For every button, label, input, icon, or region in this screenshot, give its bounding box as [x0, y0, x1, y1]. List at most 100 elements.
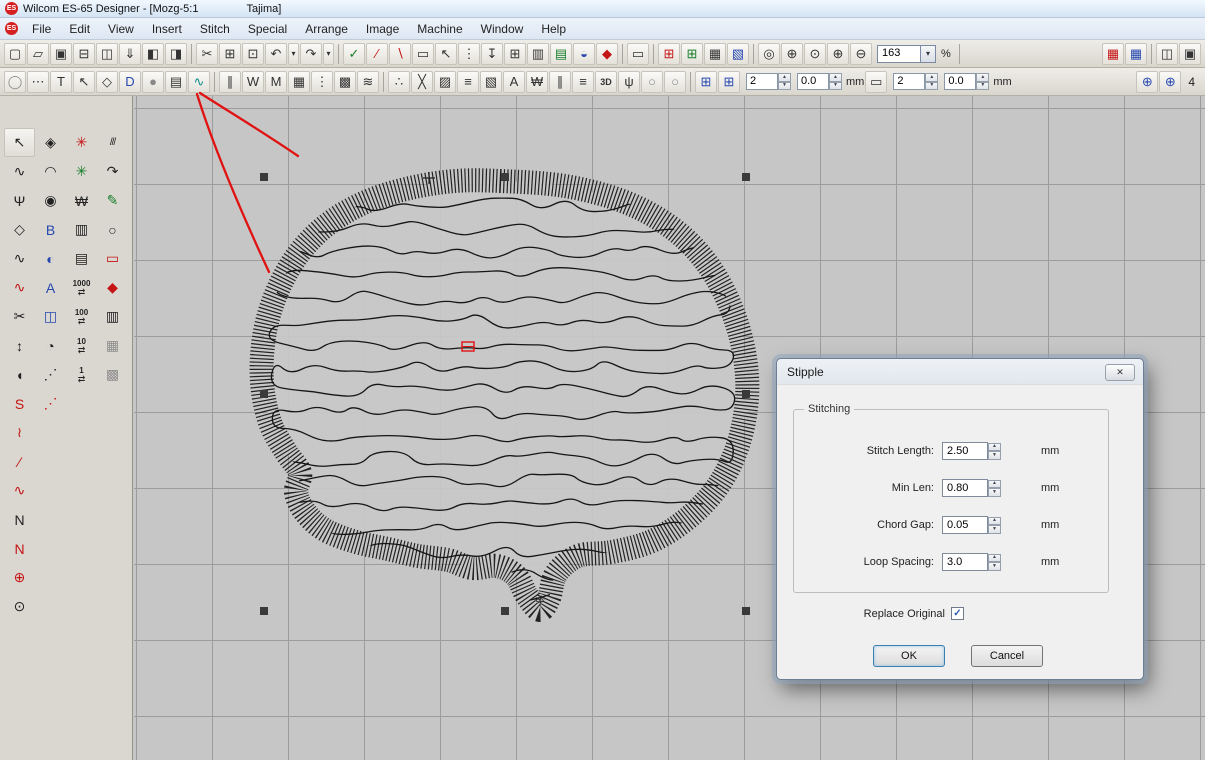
paste-button[interactable]: ⊡ [242, 43, 264, 65]
menu-item-special[interactable]: Special [239, 18, 296, 39]
scissors-tool[interactable]: ✂ [4, 302, 35, 331]
loop-spacing-spin-up-icon[interactable]: ▲ [988, 554, 1001, 563]
stitch-length-input[interactable]: 2.50 [942, 442, 988, 460]
thread-colors-button[interactable]: ◒ [573, 43, 595, 65]
min-len-input[interactable]: 0.80 [942, 479, 988, 497]
menu-item-stitch[interactable]: Stitch [191, 18, 239, 39]
menu-item-image[interactable]: Image [357, 18, 408, 39]
show-outlines-button[interactable]: D [119, 71, 141, 93]
grid-b-button[interactable]: ⊞ [718, 71, 740, 93]
zigzag-stitch-button[interactable]: W [242, 71, 264, 93]
stitch-3d-button[interactable]: 3D [595, 71, 617, 93]
star-tool[interactable]: ◇ [4, 215, 35, 244]
show-penetrations-button[interactable]: ⋯ [27, 71, 49, 93]
texture-button[interactable]: ▦ [704, 43, 726, 65]
dome-tool[interactable]: ◠ [35, 157, 66, 186]
ellipse-tool[interactable]: ○ [97, 215, 128, 244]
save-design-button[interactable]: ▣ [50, 43, 72, 65]
flip-tool[interactable]: ↕ [4, 331, 35, 360]
spacing-size-1-spin-down-icon[interactable]: ▼ [829, 82, 842, 91]
target-tool[interactable]: ⊕ [4, 563, 35, 592]
motif-fill-button[interactable]: ⋮ [311, 71, 333, 93]
pencil-tool[interactable]: ✎ [97, 186, 128, 215]
line-fill-button[interactable]: ≡ [572, 71, 594, 93]
straight-run-tool[interactable]: ∕ [4, 447, 35, 476]
insert-design-button[interactable]: ◨ [165, 43, 187, 65]
penetrations-button[interactable]: ⋮ [458, 43, 480, 65]
selection-handle[interactable] [260, 607, 268, 615]
write-to-machine-button[interactable]: ⇓ [119, 43, 141, 65]
menu-item-edit[interactable]: Edit [60, 18, 99, 39]
stitch-edit-b-button[interactable]: ∖ [389, 43, 411, 65]
select-tool[interactable]: ↖ [4, 128, 35, 157]
point-select-button[interactable]: ↖ [435, 43, 457, 65]
print-button[interactable]: ⊟ [73, 43, 95, 65]
dialog-close-button[interactable]: ✕ [1105, 364, 1135, 381]
spacing-count-1-spin-down-icon[interactable]: ▼ [778, 82, 791, 91]
show-hoop-button[interactable]: ◯ [4, 71, 26, 93]
center-design-button[interactable]: ⊕ [1159, 71, 1181, 93]
stitch-edit-a-button[interactable]: ∕ [366, 43, 388, 65]
menu-item-insert[interactable]: Insert [143, 18, 191, 39]
stitch-list-button[interactable]: ⊞ [504, 43, 526, 65]
cut-button[interactable]: ✂ [196, 43, 218, 65]
undo-dropdown-button[interactable]: ▾ [288, 43, 299, 65]
grid-a-button[interactable]: ⊞ [695, 71, 717, 93]
sphere-tool[interactable]: ◉ [35, 186, 66, 215]
dot-fill-button[interactable]: ∴ [388, 71, 410, 93]
block-fill-tool[interactable]: ▦ [97, 331, 128, 360]
column2-tool[interactable]: ▥ [97, 302, 128, 331]
new-design-button[interactable]: ▢ [4, 43, 26, 65]
satin-stitch-button[interactable]: ∥ [219, 71, 241, 93]
node-line-tool[interactable]: N [4, 505, 35, 534]
design-properties-button[interactable]: ◧ [142, 43, 164, 65]
menu-item-machine[interactable]: Machine [408, 18, 471, 39]
select-object-button[interactable]: ↖ [73, 71, 95, 93]
selection-handle[interactable] [501, 173, 509, 181]
ok-button[interactable]: OK [873, 645, 945, 667]
loop-spacing-input[interactable]: 3.0 [942, 553, 988, 571]
chord-gap-input[interactable]: 0.05 [942, 516, 988, 534]
spacing-size-1-spin-up-icon[interactable]: ▲ [829, 73, 842, 82]
dim-artwork-button[interactable]: ● [142, 71, 164, 93]
fur-stitch-button[interactable]: ψ [618, 71, 640, 93]
e-stitch-button[interactable]: M [265, 71, 287, 93]
stipple-fill-button[interactable]: ▤ [165, 71, 187, 93]
monitor-button[interactable]: ▭ [627, 43, 649, 65]
satin-column-tool[interactable]: ₩ [66, 186, 97, 215]
tatami-fill-button[interactable]: ▦ [288, 71, 310, 93]
oval-a-button[interactable]: ○ [641, 71, 663, 93]
spacing-count-2-input[interactable]: 2 [893, 73, 925, 90]
tatami-tool[interactable]: ▤ [66, 244, 97, 273]
coil-tool[interactable]: ∿ [4, 273, 35, 302]
print-preview-button[interactable]: ◫ [96, 43, 118, 65]
chord-gap-spin-up-icon[interactable]: ▲ [988, 517, 1001, 526]
travel-100-tool[interactable]: 100⇄ [66, 302, 97, 331]
menu-item-file[interactable]: File [23, 18, 60, 39]
undo-button[interactable]: ↶ [265, 43, 287, 65]
cancel-button[interactable]: Cancel [971, 645, 1043, 667]
selection-handle[interactable] [260, 390, 268, 398]
spacing-size-2-spin-up-icon[interactable]: ▲ [976, 73, 989, 82]
stitch-run-tool[interactable]: ≀ [4, 418, 35, 447]
grid-red-button[interactable]: ⊞ [658, 43, 680, 65]
mirror-pair-tool[interactable]: ◫ [35, 302, 66, 331]
applique-button[interactable]: A [503, 71, 525, 93]
zoom-1-1-button[interactable]: ⊙ [804, 43, 826, 65]
pin-button[interactable]: ↧ [481, 43, 503, 65]
node-curve-tool[interactable]: N [4, 534, 35, 563]
zoom-minus-button[interactable]: ⊖ [850, 43, 872, 65]
travel-10-tool[interactable]: 10⇄ [66, 331, 97, 360]
selection-handle[interactable] [260, 173, 268, 181]
selection-handle[interactable] [742, 173, 750, 181]
zigzag-run-tool[interactable]: ∿ [4, 476, 35, 505]
stitch-length-spin-up-icon[interactable]: ▲ [988, 443, 1001, 452]
stitch-length-spin-down-icon[interactable]: ▼ [988, 451, 1001, 460]
design-window-blue-button[interactable]: ▦ [1125, 43, 1147, 65]
spacing-size-2-input[interactable]: 0.0 [944, 73, 976, 90]
design-window-red-button[interactable]: ▦ [1102, 43, 1124, 65]
column-fill-tool[interactable]: ▥ [66, 215, 97, 244]
fan-tool[interactable]: ◖ [4, 360, 35, 389]
flexi-split-button[interactable]: ≋ [357, 71, 379, 93]
eye-tool[interactable]: ⊙ [4, 592, 35, 621]
